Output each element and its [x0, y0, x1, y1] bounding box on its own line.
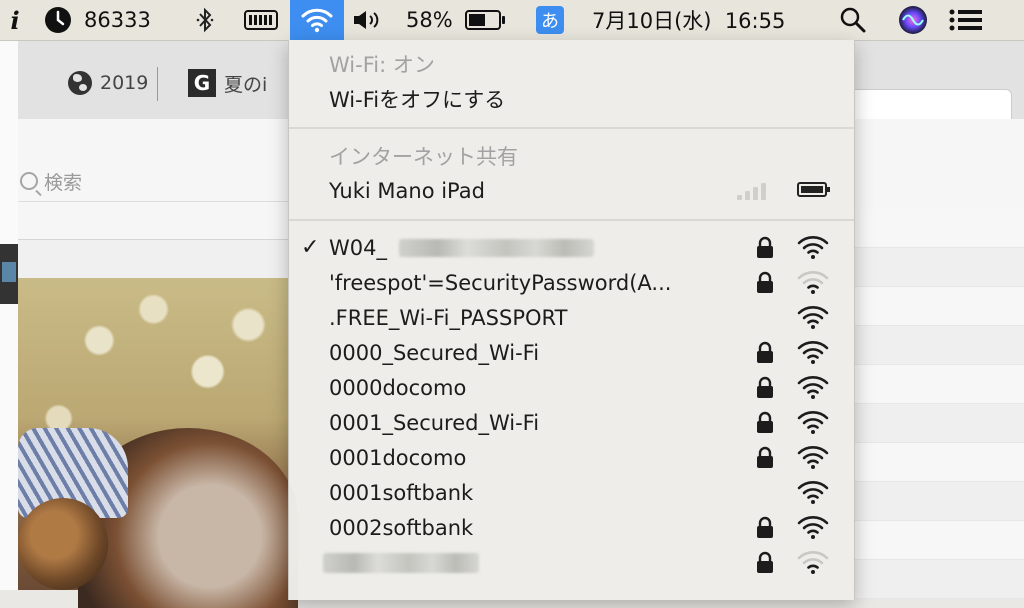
network-name: 0001softbank [329, 480, 474, 505]
network-name: 0000docomo [329, 375, 467, 400]
list-rows [853, 209, 1024, 599]
lock-icon [755, 446, 775, 468]
checkmark-icon: ✓ [301, 235, 320, 260]
network-item[interactable]: 0001softbank [289, 475, 854, 510]
redacted-text [399, 239, 594, 257]
wifi-signal-icon [796, 339, 830, 365]
tab-label: 2019 [100, 72, 149, 94]
network-name: 0002softbank [329, 515, 474, 540]
notification-list-icon[interactable] [946, 0, 986, 40]
network-name: 0000_Secured_Wi-Fi [329, 340, 540, 365]
lock-icon [755, 376, 775, 398]
info-icon[interactable]: i [4, 0, 26, 40]
network-item[interactable]: 0000docomo [289, 370, 854, 405]
cellular-signal-icon [737, 180, 773, 200]
network-item[interactable]: 'freespot'=SecurityPassword(A... [289, 265, 854, 300]
wifi-status: Wi-Fi: オン [289, 46, 854, 81]
lock-icon [755, 271, 775, 293]
network-item[interactable]: .FREE_Wi-Fi_PASSPORT [289, 300, 854, 335]
network-name: 'freespot'=SecurityPassword(A... [329, 270, 672, 295]
bluetooth-icon[interactable] [192, 0, 218, 40]
network-name: 0001docomo [329, 445, 467, 470]
hotspot-item[interactable]: Yuki Mano iPad [289, 173, 854, 208]
globe-icon [68, 71, 92, 95]
left-window-strip [0, 41, 19, 590]
wifi-icon [301, 8, 333, 33]
wifi-signal-icon [796, 479, 830, 505]
siri-icon[interactable] [896, 0, 930, 40]
lock-icon [755, 516, 775, 538]
g-icon: G [188, 69, 216, 97]
hotspot-name: Yuki Mano iPad [329, 178, 485, 203]
datetime[interactable]: 7月10日(水) 16:55 [592, 0, 812, 40]
battery-percent-text: 58% [406, 8, 453, 32]
lock-icon [755, 411, 775, 433]
wifi-signal-icon [796, 374, 830, 400]
lock-icon [755, 341, 775, 363]
wifi-dropdown-menu: Wi-Fi: オン Wi-Fiをオフにする インターネット共有 Yuki Man… [288, 40, 855, 600]
wifi-menu-button[interactable] [290, 0, 344, 40]
search-icon [20, 172, 38, 190]
datetime-text: 7月10日(水) 16:55 [592, 9, 786, 33]
lock-icon [755, 551, 775, 573]
wifi-signal-icon [796, 549, 830, 575]
battery-strip-icon[interactable] [242, 0, 280, 40]
wifi-signal-icon [796, 269, 830, 295]
network-item[interactable]: 0000_Secured_Wi-Fi [289, 335, 854, 370]
tab-2019[interactable]: 2019 [68, 63, 159, 103]
wifi-signal-icon [796, 514, 830, 540]
tab-g[interactable]: G 夏のi [188, 63, 267, 103]
network-name: 0001_Secured_Wi-Fi [329, 410, 540, 435]
input-method-menu[interactable]: あ [534, 0, 566, 40]
search-placeholder: 検索 [44, 171, 83, 194]
redacted-text [323, 553, 479, 573]
wifi-signal-icon [796, 234, 830, 260]
wifi-status-label: Wi-Fi: オン [329, 52, 435, 77]
network-name: W04_ [329, 235, 387, 260]
menu-bar: i 86333 58% あ 7月10日(水) 16:55 [0, 0, 1024, 41]
photo-image [18, 278, 298, 608]
network-item[interactable]: 0001_Secured_Wi-Fi [289, 405, 854, 440]
hotspot-header-label: インターネット共有 [329, 144, 518, 169]
battery-percent[interactable]: 58% [406, 0, 462, 40]
network-item[interactable] [289, 545, 854, 580]
network-item[interactable]: 0001docomo [289, 440, 854, 475]
search-icon[interactable] [838, 0, 868, 40]
hotspot-battery-icon [797, 182, 830, 197]
battery-icon[interactable] [464, 0, 508, 40]
volume-icon[interactable] [350, 0, 386, 40]
counter-text[interactable]: 86333 [84, 0, 168, 40]
network-item[interactable]: 0002softbank [289, 510, 854, 545]
hotspot-header: インターネット共有 [289, 138, 854, 173]
wifi-signal-icon [796, 304, 830, 330]
wifi-toggle-item[interactable]: Wi-Fiをオフにする [289, 81, 854, 116]
ime-badge: あ [536, 6, 564, 34]
tab-label: 夏のi [224, 73, 268, 96]
wifi-signal-icon [796, 409, 830, 435]
window-thumbnail[interactable] [0, 244, 18, 304]
search-field[interactable]: 検索 [18, 163, 288, 199]
network-name: .FREE_Wi-Fi_PASSPORT [329, 305, 568, 330]
clock-icon[interactable] [42, 0, 74, 40]
counter-value: 86333 [84, 8, 151, 32]
wifi-toggle-label: Wi-Fiをオフにする [329, 87, 506, 112]
network-item[interactable]: ✓ W04_ [289, 230, 854, 265]
wifi-signal-icon [796, 444, 830, 470]
lock-icon [755, 236, 775, 258]
